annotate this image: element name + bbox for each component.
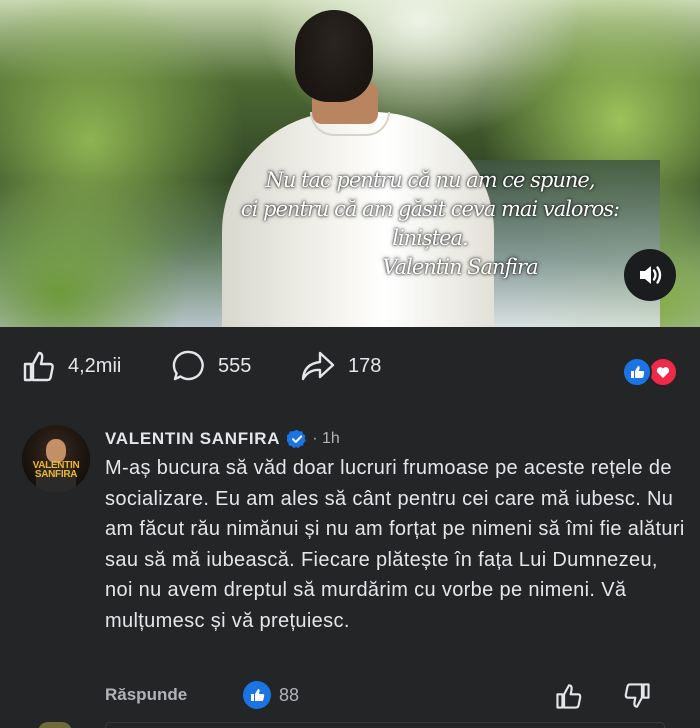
engagement-bar: 4,2mii 555 178 bbox=[0, 327, 700, 409]
love-reaction-icon bbox=[648, 357, 678, 387]
like-action[interactable]: 4,2mii bbox=[22, 347, 121, 385]
share-count: 178 bbox=[348, 354, 382, 377]
thumbs-up-icon bbox=[23, 351, 54, 382]
comment-like-count: 88 bbox=[279, 684, 300, 705]
author-avatar[interactable]: VALENTIN SANFIRA bbox=[22, 425, 90, 493]
quote-line: liniștea. bbox=[392, 226, 469, 250]
downvote-button[interactable] bbox=[621, 680, 653, 712]
comment-like-summary[interactable]: 88 bbox=[243, 680, 299, 710]
shirt-collar bbox=[310, 112, 390, 136]
next-comment-bubble bbox=[105, 722, 665, 728]
comment-actions: Răspunde 88 bbox=[105, 680, 665, 714]
verified-badge-icon bbox=[287, 429, 307, 449]
share-arrow-icon bbox=[301, 351, 335, 381]
like-reaction-icon bbox=[243, 681, 271, 709]
thumbs-down-outline-icon bbox=[624, 683, 650, 708]
comment-author-name[interactable]: VALENTIN SANFIRA bbox=[105, 429, 280, 449]
comment-count: 555 bbox=[218, 354, 252, 377]
next-comment-avatar bbox=[38, 722, 72, 728]
comment-timestamp[interactable]: · 1h bbox=[312, 430, 340, 448]
video-quote-overlay: Nu tac pentru că nu am ce spune, ci pent… bbox=[200, 166, 660, 282]
speaker-wave-icon bbox=[640, 266, 662, 284]
share-action[interactable]: 178 bbox=[300, 347, 381, 385]
like-reaction-icon bbox=[622, 357, 652, 387]
comment-header: VALENTIN SANFIRA · 1h bbox=[105, 427, 340, 451]
quote-line: Nu tac pentru că nu am ce spune, bbox=[265, 168, 595, 192]
quote-line: ci pentru că am găsit ceva mai valoros: bbox=[240, 197, 620, 221]
video-player[interactable]: Nu tac pentru că nu am ce spune, ci pent… bbox=[0, 0, 700, 327]
avatar-caption: VALENTIN SANFIRA bbox=[32, 460, 80, 480]
reaction-summary[interactable] bbox=[622, 357, 682, 389]
volume-button[interactable] bbox=[624, 249, 676, 301]
like-count: 4,2mii bbox=[68, 354, 122, 377]
quote-author: Valentin Sanfira bbox=[382, 255, 538, 279]
upvote-button[interactable] bbox=[553, 680, 585, 712]
thumbs-up-outline-icon bbox=[556, 684, 582, 709]
comment-action[interactable]: 555 bbox=[172, 347, 251, 385]
person-head bbox=[295, 10, 373, 102]
comment-text: M-aș bucura să văd doar lucruri frumoase… bbox=[105, 457, 685, 632]
reply-button[interactable]: Răspunde bbox=[105, 685, 187, 705]
comment-bubble-icon bbox=[172, 350, 204, 381]
